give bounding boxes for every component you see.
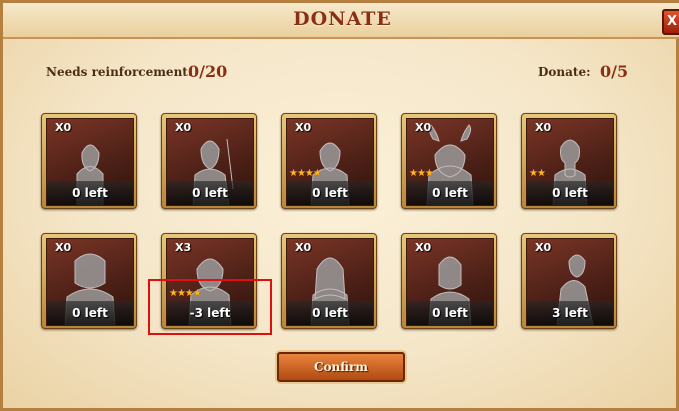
unit-portrait: X0 0 left (46, 238, 134, 326)
unit-portrait: X0 0 left (46, 118, 134, 206)
dialog-title: DONATE (293, 8, 392, 30)
unit-remaining: 0 left (47, 301, 133, 325)
title-bar: DONATE (3, 3, 679, 39)
close-button[interactable]: X (662, 9, 679, 35)
unit-card[interactable]: X0 0 left (281, 233, 377, 329)
unit-quantity: X0 (295, 121, 312, 134)
unit-portrait: X0 3 left (526, 238, 614, 326)
unit-remaining: 0 left (287, 301, 373, 325)
star-rating-icon: ★★ (529, 168, 546, 179)
unit-remaining: 0 left (527, 181, 613, 205)
donate-value: 0/5 (600, 62, 629, 81)
unit-card[interactable]: X0 0 left (41, 233, 137, 329)
unit-remaining: 0 left (167, 181, 253, 205)
selection-highlight (148, 279, 272, 335)
unit-remaining: 0 left (407, 181, 493, 205)
star-rating-icon: ★★★★ (289, 168, 322, 179)
unit-portrait: X0 0 left (166, 118, 254, 206)
needs-reinforcement-label: Needs reinforcement: (46, 65, 193, 79)
unit-portrait: X0 ★★ 0 left (526, 118, 614, 206)
unit-quantity: X0 (535, 121, 552, 134)
unit-quantity: X0 (415, 121, 432, 134)
unit-remaining: 0 left (287, 181, 373, 205)
unit-portrait: X0 0 left (406, 238, 494, 326)
unit-quantity: X0 (415, 241, 432, 254)
unit-remaining: 3 left (527, 301, 613, 325)
unit-card[interactable]: X0 0 left (401, 233, 497, 329)
star-rating-icon: ★★★ (409, 168, 434, 179)
unit-quantity: X0 (55, 241, 72, 254)
unit-portrait: X0 ★★★★ 0 left (286, 118, 374, 206)
unit-card[interactable]: X0 ★★ 0 left (521, 113, 617, 209)
unit-remaining: 0 left (407, 301, 493, 325)
unit-remaining: 0 left (47, 181, 133, 205)
unit-card[interactable]: X0 ★★★★ 0 left (281, 113, 377, 209)
donate-label: Donate: (538, 65, 591, 79)
unit-quantity: X0 (55, 121, 72, 134)
confirm-button[interactable]: Confirm (277, 352, 405, 382)
unit-quantity: X0 (535, 241, 552, 254)
unit-quantity: X0 (175, 121, 192, 134)
unit-quantity: X0 (295, 241, 312, 254)
unit-card[interactable]: X0 3 left (521, 233, 617, 329)
unit-quantity: X3 (175, 241, 192, 254)
unit-card[interactable]: X0 0 left (41, 113, 137, 209)
donate-dialog: DONATE X Needs reinforcement: 0/20 Donat… (0, 0, 679, 411)
unit-card[interactable]: X0 ★★★ 0 left (401, 113, 497, 209)
unit-portrait: X0 0 left (286, 238, 374, 326)
unit-portrait: X0 ★★★ 0 left (406, 118, 494, 206)
needs-reinforcement-value: 0/20 (188, 62, 228, 81)
unit-card[interactable]: X0 0 left (161, 113, 257, 209)
